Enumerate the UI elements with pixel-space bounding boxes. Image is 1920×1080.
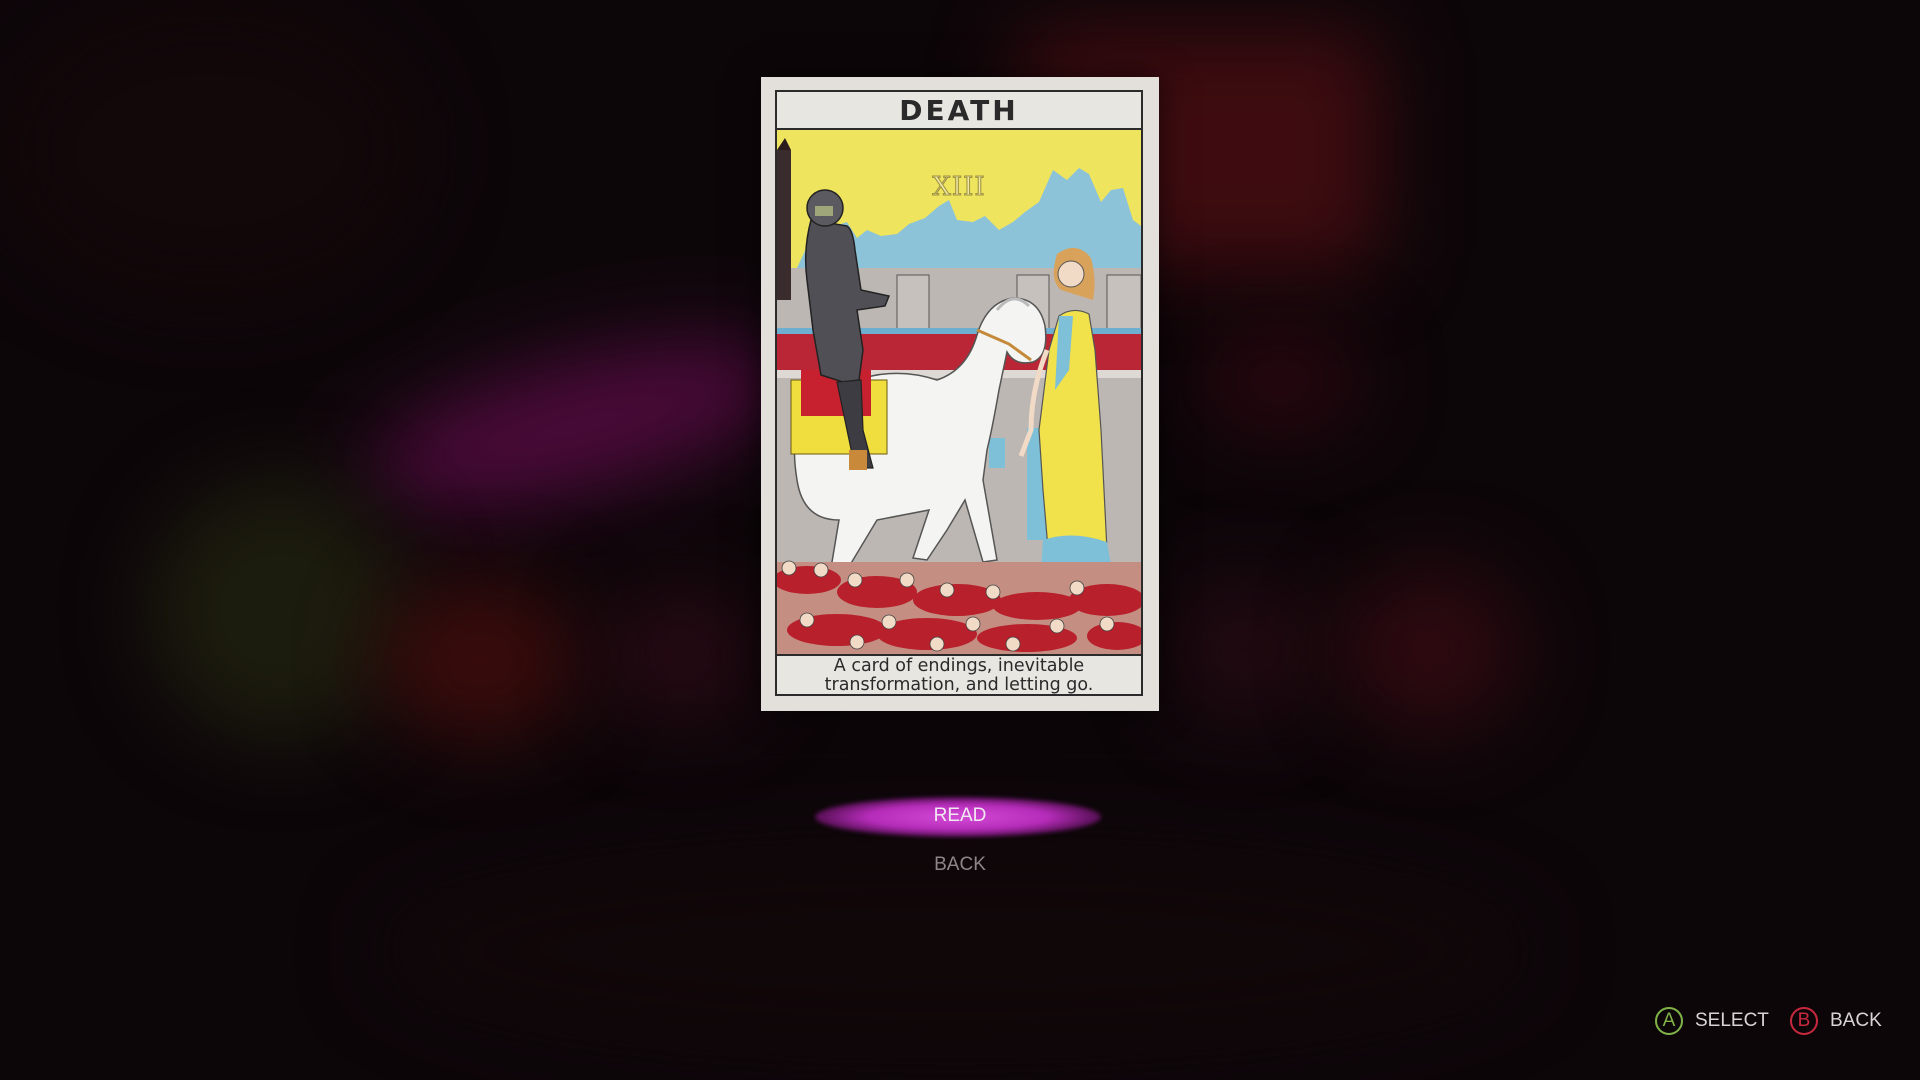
b-button-icon: B <box>1790 1007 1818 1035</box>
card-caption-line: A card of endings, inevitable <box>833 656 1085 676</box>
menu-item-read[interactable]: READ <box>0 805 1920 827</box>
card-numeral: XIII <box>932 172 986 203</box>
blurred-bg-shape <box>0 0 420 300</box>
blurred-bg-shape <box>150 480 410 740</box>
tarot-card: DEATH XIII A card of endings, inevitable… <box>761 77 1159 711</box>
card-caption: A card of endings, inevitable transforma… <box>777 654 1141 695</box>
blurred-bg-shape <box>1200 330 1360 430</box>
hint-select-label: SELECT <box>1695 1010 1769 1031</box>
card-illustration: XIII <box>777 130 1141 654</box>
card-caption-line: transformation, and letting go. <box>824 675 1094 695</box>
card-title: DEATH <box>777 92 1141 130</box>
tarot-card-frame: DEATH XIII A card of endings, inevitable… <box>775 90 1143 696</box>
menu-item-back[interactable]: BACK <box>0 854 1920 876</box>
blurred-bg-shape <box>380 580 580 740</box>
hint-back[interactable]: B BACK <box>1790 1007 1882 1035</box>
blurred-bg-shape <box>600 590 760 720</box>
hint-select[interactable]: A SELECT <box>1655 1007 1769 1035</box>
blurred-bg-shape <box>1170 580 1320 720</box>
blurred-bg-shape <box>380 850 1530 1050</box>
hint-back-label: BACK <box>1830 1010 1882 1031</box>
a-button-icon: A <box>1655 1007 1683 1035</box>
blurred-bg-shape <box>350 308 810 542</box>
blurred-bg-shape <box>1340 570 1520 730</box>
death-card-art <box>777 130 1141 654</box>
